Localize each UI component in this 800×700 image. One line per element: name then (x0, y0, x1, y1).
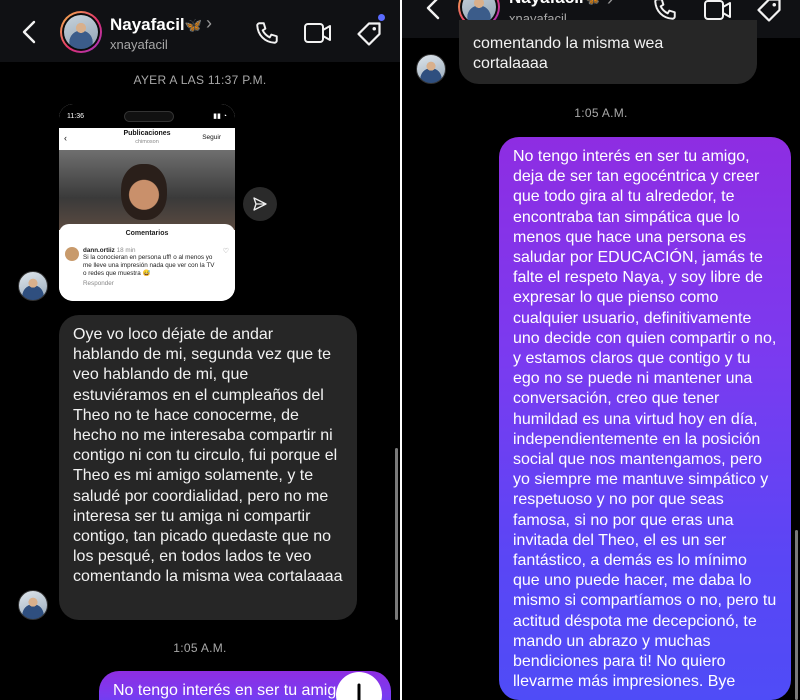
video-icon[interactable] (703, 0, 733, 22)
tag-icon[interactable] (755, 0, 783, 24)
phone-status-bar: 11:36 ▮▮ ◔ (59, 104, 235, 128)
avatar[interactable] (60, 11, 102, 53)
chevron-right-icon[interactable]: › (206, 13, 212, 34)
chat-panel-left: Nayafacil🦋 › xnayafacil AYER A LAS 11:37… (0, 0, 400, 700)
avatar[interactable] (18, 271, 48, 301)
tag-icon[interactable] (355, 20, 383, 48)
back-icon[interactable] (22, 20, 36, 44)
scrollbar[interactable] (795, 530, 798, 700)
timestamp: AYER A LAS 11:37 P.M. (133, 73, 267, 87)
heart-icon[interactable]: ♡ (223, 247, 229, 287)
shared-post[interactable]: 11:36 ▮▮ ◔ ‹ Publicaciones chimoson Segu… (59, 104, 235, 301)
avatar[interactable] (18, 590, 48, 620)
contact-name[interactable]: Nayafacil🦋 (110, 15, 202, 35)
contact-username: xnayafacil (110, 37, 168, 52)
message-bubble-incoming[interactable]: Oye vo loco déjate de andar hablando de … (59, 315, 357, 620)
phone-icon[interactable] (652, 0, 678, 22)
chat-panel-right: Nayafacil🦋 › xnayafacil comentando la mi… (402, 0, 800, 700)
send-icon[interactable] (243, 187, 277, 221)
scroll-down-button[interactable] (336, 672, 382, 700)
post-header: ‹ Publicaciones chimoson Seguir (59, 128, 235, 150)
timestamp: 1:05 A.M. (574, 106, 628, 120)
post-photo (59, 150, 235, 230)
timestamp: 1:05 A.M. (173, 641, 227, 655)
comments-sheet: Comentarios dann.ortiiz 18 min Si la con… (59, 224, 235, 301)
chat-header: Nayafacil🦋 › xnayafacil (0, 0, 400, 62)
back-icon[interactable] (426, 0, 440, 20)
message-bubble-outgoing[interactable]: No tengo interés en ser tu amigo, deja d… (499, 137, 791, 700)
message-bubble-incoming[interactable]: comentando la misma wea cortalaaaa (459, 20, 757, 84)
avatar[interactable] (416, 54, 446, 84)
video-icon[interactable] (303, 21, 333, 45)
scrollbar[interactable] (395, 448, 398, 620)
commenter-avatar (65, 247, 79, 261)
chevron-right-icon[interactable]: › (607, 0, 613, 10)
phone-icon[interactable] (254, 20, 280, 46)
contact-name[interactable]: Nayafacil🦋 (509, 0, 601, 8)
notification-dot (378, 14, 385, 21)
